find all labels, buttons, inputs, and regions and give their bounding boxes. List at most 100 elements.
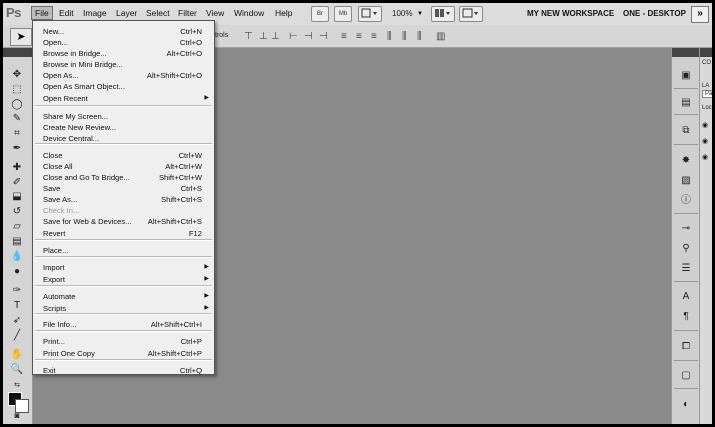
file-menu-item[interactable]: Browse in Bridge... Alt+Ctrl+O [33,48,214,59]
file-menu-item[interactable]: Open Recent ▶ [33,93,214,104]
desktop-workspace[interactable]: ONE - DESKTOP [623,9,686,18]
clone-stamp-tool-icon[interactable]: ⬓ [8,190,26,204]
history-panel-icon[interactable]: ▤ [678,96,694,110]
marquee-tool-icon[interactable]: ⬚ [8,83,26,97]
align-vertical-center-icon[interactable]: ⊥ [259,31,269,42]
file-menu-item[interactable]: Revert F12 [33,228,214,239]
file-menu-item[interactable]: Scripts ▶ [33,303,214,314]
file-menu-item[interactable]: Open... Ctrl+O [33,37,214,48]
menu-filter[interactable]: Filter [178,8,197,18]
zoom-dropdown-icon[interactable]: ▼ [417,11,423,17]
file-menu-item[interactable]: Export ▶ [33,274,214,285]
tools-panel-header[interactable] [3,48,32,57]
menu-view[interactable]: View [206,8,224,18]
color-panel-tab[interactable]: CO [702,60,711,66]
zoom-tool-icon[interactable]: 🔍 [8,363,26,377]
align-left-icon[interactable]: ⊢ [289,31,299,42]
layers-panel-tab[interactable]: LA [702,83,709,89]
brush-panel-icon[interactable]: ✸ [678,154,694,168]
move-tool-icon[interactable]: ✥ [8,68,26,82]
expand-panels-icon[interactable]: » [691,6,709,23]
layers-panel-header[interactable] [700,48,712,57]
file-menu-item[interactable]: Save Ctrl+S [33,183,214,194]
eraser-tool-icon[interactable]: ▱ [8,220,26,234]
menu-image[interactable]: Image [83,8,107,18]
file-menu-item[interactable]: Share My Screen... [33,111,214,122]
launch-mini-bridge-button[interactable]: Mb [334,6,352,22]
file-menu-item[interactable]: Place... [33,245,214,256]
align-horizontal-center-icon[interactable]: ⊣ [304,31,314,42]
lasso-tool-icon[interactable]: ◯ [8,98,26,112]
screen-mode-button[interactable] [459,6,483,22]
blend-mode-field[interactable]: Pa [702,90,712,98]
gradient-tool-icon[interactable]: ▤ [8,235,26,249]
animation-panel-icon[interactable]: ▢ [678,369,694,383]
file-menu-item[interactable]: Automate ▶ [33,291,214,302]
file-menu-item[interactable]: Create New Review... [33,122,214,133]
align-bottom-icon[interactable]: ⊥ [271,31,281,42]
distribute-left-icon[interactable]: ⫼ [387,31,393,42]
file-menu-item[interactable]: Print One Copy Alt+Shift+Ctrl+P [33,348,214,359]
pen-tool-icon[interactable]: ✑ [8,284,26,298]
distribute-center-icon[interactable]: ≡ [356,31,363,42]
align-top-icon[interactable]: ⊤ [244,31,254,42]
layer-visibility-eye-icon[interactable]: ◉ [702,137,711,146]
swap-colors-icon[interactable]: ⇆ [8,379,26,393]
distribute-hcenter-icon[interactable]: ⫼ [402,31,408,42]
type-tool-icon[interactable]: T [8,299,26,313]
history-brush-tool-icon[interactable]: ↺ [8,205,26,219]
character-panel-icon[interactable]: A [678,290,694,304]
eyedropper-tool-icon[interactable]: ✒ [8,142,26,156]
file-menu-item[interactable]: Close and Go To Bridge... Shift+Ctrl+W [33,172,214,183]
menu-help[interactable]: Help [275,8,292,18]
navigator-panel-icon[interactable]: ▨ [678,174,694,188]
quick-selection-tool-icon[interactable]: ✎ [8,112,26,126]
hand-tool-icon[interactable]: ✋ [8,348,26,362]
zoom-level[interactable]: 100% [392,9,412,18]
file-menu-item[interactable]: File Info... Alt+Shift+Ctrl+I [33,319,214,330]
shape-tool-icon[interactable]: ╱ [8,329,26,343]
dodge-tool-icon[interactable]: ● [8,265,26,279]
file-menu-item[interactable]: Close Ctrl+W [33,150,214,161]
file-menu-item[interactable]: Device Central... [33,133,214,144]
panel-dock-header[interactable] [672,48,700,57]
distribute-right-icon[interactable]: ⫼ [417,31,423,42]
menu-edit[interactable]: Edit [59,8,74,18]
paragraph-panel-icon[interactable]: ¶ [678,310,694,324]
paths-panel-icon[interactable]: ⚲ [678,242,694,256]
file-menu-item[interactable]: Close All Alt+Ctrl+W [33,161,214,172]
info-panel-icon[interactable]: ⓘ [678,194,694,208]
blur-tool-icon[interactable]: 💧 [8,250,26,264]
styles-panel-icon[interactable]: ◐ [678,398,694,412]
healing-brush-tool-icon[interactable]: ✚ [8,161,26,175]
distribute-top-icon[interactable]: ≡ [341,31,348,42]
layer-visibility-eye-icon[interactable]: ◉ [702,153,711,162]
file-menu-item[interactable]: Import ▶ [33,262,214,273]
file-menu-item[interactable]: Open As Smart Object... [33,81,214,92]
clone-source-panel-icon[interactable]: ⧉ [678,124,694,138]
crop-tool-icon[interactable]: ⌗ [8,127,26,141]
file-menu-item[interactable]: Print... Ctrl+P [33,336,214,347]
menu-layer[interactable]: Layer [116,8,137,18]
adjustments-panel-icon[interactable]: ⊸ [678,222,694,236]
file-menu-item[interactable]: Exit Ctrl+Q [33,365,214,376]
quick-mask-icon[interactable]: ◙ [8,409,26,423]
file-menu-item[interactable]: Save for Web & Devices... Alt+Shift+Ctrl+… [33,216,214,227]
channels-panel-icon[interactable]: ☰ [678,262,694,276]
arrange-documents-button[interactable] [431,6,455,22]
menu-file[interactable]: File [31,6,53,20]
path-selection-tool-icon[interactable]: ➶ [8,314,26,328]
workspace-name[interactable]: MY NEW WORKSPACE [527,9,614,18]
file-menu-item[interactable]: Open As... Alt+Shift+Ctrl+O [33,70,214,81]
align-right-icon[interactable]: ⊣ [319,31,329,42]
layer-comps-panel-icon[interactable]: ⧠ [678,340,694,354]
file-menu-item[interactable]: Save As... Shift+Ctrl+S [33,194,214,205]
layer-visibility-eye-icon[interactable]: ◉ [702,121,711,130]
menu-select[interactable]: Select [146,8,170,18]
view-extras-button[interactable] [358,6,382,22]
launch-bridge-button[interactable]: Br [311,6,329,22]
file-menu-item[interactable]: New... Ctrl+N [33,26,214,37]
file-menu-item[interactable]: Browse in Mini Bridge... [33,59,214,70]
menu-window[interactable]: Window [234,8,264,18]
auto-align-layers-icon[interactable]: ▥ [436,31,446,42]
